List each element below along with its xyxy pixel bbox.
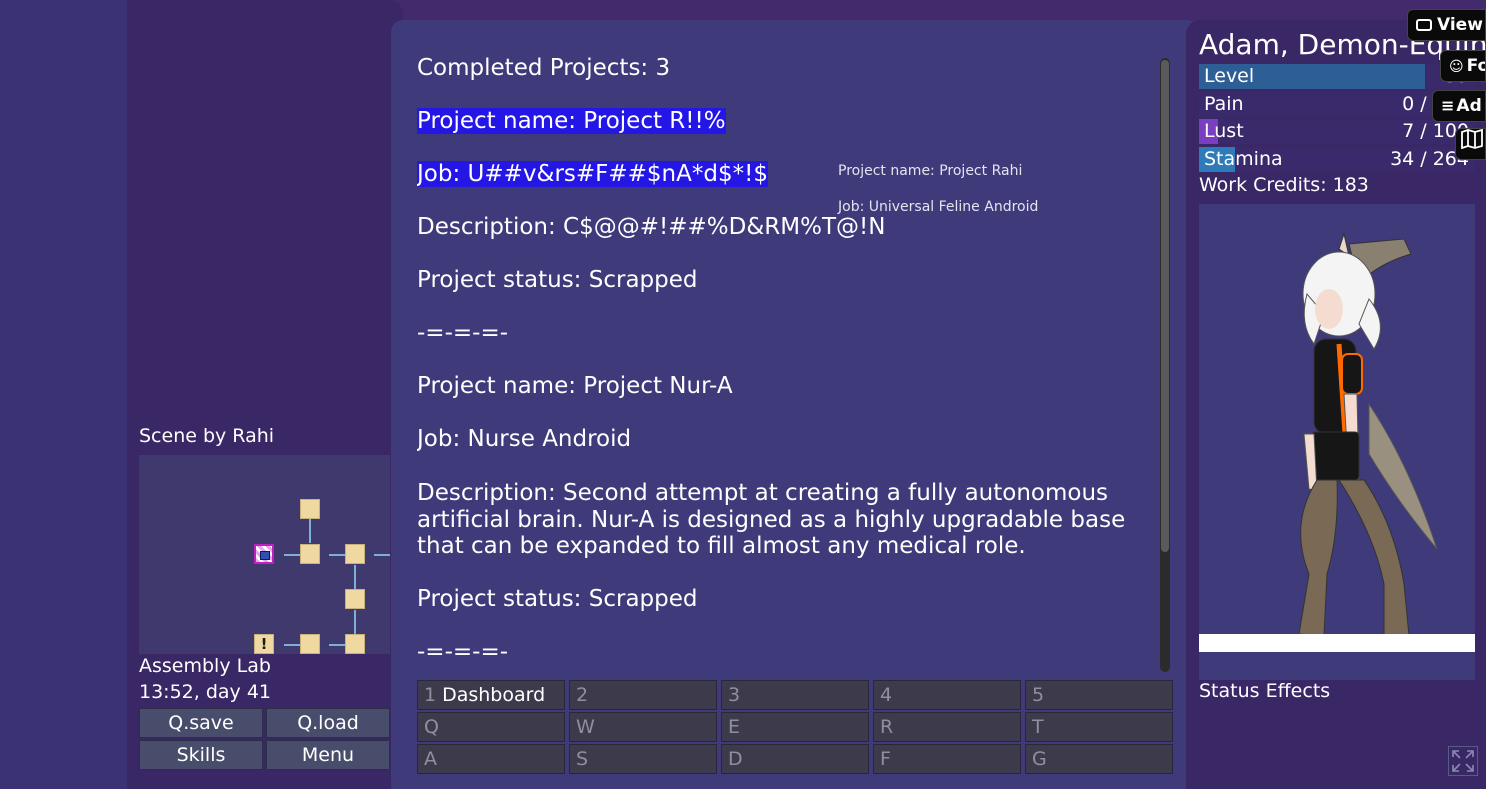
stat-level: Level35	[1199, 64, 1475, 89]
hotkey-key: F	[880, 748, 891, 770]
hotkey-q[interactable]: Q	[417, 712, 565, 742]
scrollbar-thumb[interactable]	[1161, 60, 1169, 552]
hotkey-w[interactable]: W	[569, 712, 717, 742]
map-link	[309, 519, 311, 543]
separator: -=-=-=-	[417, 639, 509, 665]
menu-button[interactable]: Menu	[266, 740, 390, 770]
map-room	[345, 544, 365, 564]
map-link	[354, 565, 356, 589]
player-location-icon	[254, 544, 274, 564]
hotkey-key: R	[880, 716, 894, 738]
hotkey-t[interactable]: T	[1025, 712, 1173, 742]
minimap[interactable]: !	[139, 455, 390, 654]
hotkey-5[interactable]: 5	[1025, 680, 1173, 710]
follow-button[interactable]: ☺Fo	[1440, 50, 1486, 82]
character-portrait	[1199, 204, 1475, 680]
fullscreen-button[interactable]	[1448, 746, 1478, 776]
project-name-corrupted: Project name: Project R!!%	[417, 108, 726, 134]
hotkey-key: A	[424, 748, 437, 770]
hotkey-key: W	[576, 716, 595, 738]
hotkey-4[interactable]: 4	[873, 680, 1021, 710]
hotkey-key: G	[1032, 748, 1047, 770]
add-user-icon: ☺	[1449, 59, 1464, 75]
stat-stamina: Stamina 34 / 264	[1199, 147, 1475, 172]
hotkey-label: Dashboard	[442, 684, 546, 706]
map-room	[300, 544, 320, 564]
map-room	[300, 634, 320, 654]
tooltip-project-job: Job: Universal Feline Android	[838, 199, 1039, 215]
tooltip-project-name: Project name: Project Rahi	[838, 163, 1023, 179]
status-effects-heading: Status Effects	[1199, 680, 1331, 702]
list-add-icon: ≡	[1441, 96, 1455, 115]
hotkey-f[interactable]: F	[873, 744, 1021, 774]
stat-lust: Lust 7 / 100	[1199, 119, 1475, 144]
project-status: Project status: Scrapped	[417, 586, 698, 612]
fullscreen-icon	[1452, 750, 1474, 772]
work-credits: Work Credits: 183	[1199, 174, 1369, 196]
project-job: Job: Nurse Android	[417, 426, 632, 452]
alert-room-icon: !	[254, 634, 274, 654]
stat-name: Level	[1204, 65, 1255, 87]
scene-credit: Scene by Rahi	[139, 425, 275, 447]
hotkey-key: 4	[880, 684, 893, 706]
hotkey-d[interactable]: D	[721, 744, 869, 774]
map-link	[374, 554, 390, 556]
hotkey-3[interactable]: 3	[721, 680, 869, 710]
project-name: Project name: Project Nur-A	[417, 373, 733, 399]
stat-name: Pain	[1204, 93, 1244, 115]
character-sprite	[1298, 232, 1438, 637]
project-status: Project status: Scrapped	[417, 267, 698, 293]
hotkey-key: 5	[1032, 684, 1045, 706]
map-button[interactable]	[1455, 128, 1486, 160]
hotkey-key: 3	[728, 684, 741, 706]
hotkey-1[interactable]: 1 Dashboard	[417, 680, 565, 710]
map-room	[300, 499, 320, 519]
game-time: 13:52, day 41	[139, 681, 271, 703]
stat-name: Stamina	[1204, 148, 1283, 170]
quick-load-button[interactable]: Q.load	[266, 708, 390, 738]
hotkey-s[interactable]: S	[569, 744, 717, 774]
separator: -=-=-=-	[417, 320, 509, 346]
view-button[interactable]: View a	[1407, 9, 1486, 41]
map-link	[354, 610, 356, 634]
add-button[interactable]: ≡ Ad	[1432, 90, 1486, 122]
hotkey-2[interactable]: 2	[569, 680, 717, 710]
project-description-corrupted: Description: C$@@#!##%D&RM%T@!N	[417, 214, 886, 240]
left-margin	[0, 0, 127, 789]
gamepad-icon	[1416, 19, 1432, 31]
hotkey-key: S	[576, 748, 589, 770]
hotkey-key: T	[1032, 716, 1044, 738]
text-scrollbar[interactable]	[1160, 58, 1170, 672]
project-description: Description: Second attempt at creating …	[417, 480, 1126, 559]
quick-save-button[interactable]: Q.save	[139, 708, 263, 738]
hotkey-r[interactable]: R	[873, 712, 1021, 742]
location-name: Assembly Lab	[139, 655, 271, 677]
hotkey-e[interactable]: E	[721, 712, 869, 742]
map-room	[345, 589, 365, 609]
hotkey-key: Q	[424, 716, 439, 738]
hotkey-a[interactable]: A	[417, 744, 565, 774]
hotkey-key: 1	[424, 684, 437, 706]
completed-count: Completed Projects: 3	[417, 55, 671, 81]
project-job-corrupted: Job: U##v&rs#F##$nA*d$*!$	[417, 161, 768, 187]
skills-button[interactable]: Skills	[139, 740, 263, 770]
hotkey-key: 2	[576, 684, 589, 706]
hotkey-g[interactable]: G	[1025, 744, 1173, 774]
hotkey-key: E	[728, 716, 741, 738]
stat-name: Lust	[1204, 120, 1244, 142]
map-icon	[1461, 129, 1483, 150]
map-room	[345, 634, 365, 654]
story-text: Completed Projects: 3 Project name: Proj…	[417, 55, 1157, 665]
floor	[1199, 634, 1475, 652]
hotkey-key: D	[728, 748, 743, 770]
